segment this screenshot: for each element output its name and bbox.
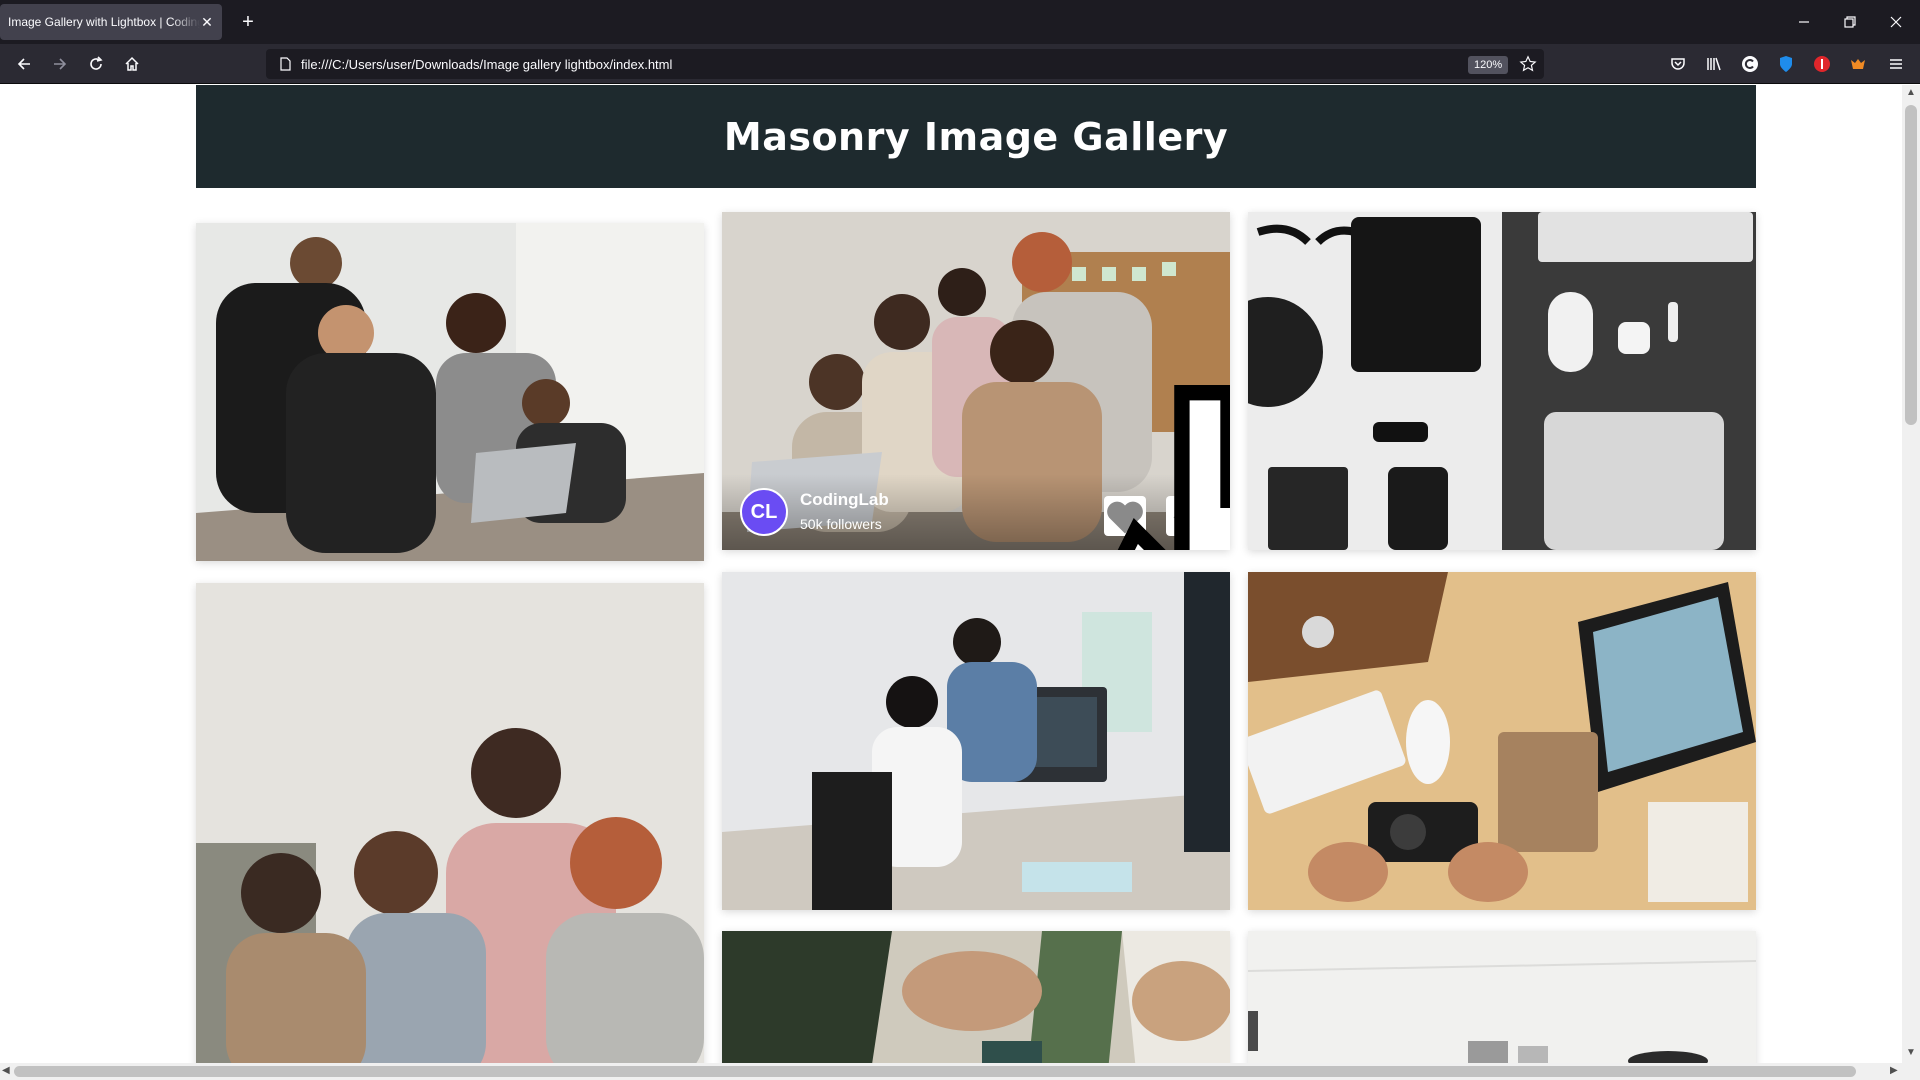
navigation-toolbar: file:///C:/Users/user/Downloads/Image ga… <box>0 44 1920 84</box>
vertical-scroll-thumb[interactable] <box>1905 105 1917 425</box>
author-name: CodingLab <box>800 490 889 509</box>
vertical-scrollbar[interactable]: ▲ ▼ <box>1902 85 1920 1063</box>
back-icon[interactable] <box>14 54 34 74</box>
forward-icon[interactable] <box>50 54 70 74</box>
gallery-image-card[interactable] <box>1248 212 1756 550</box>
close-window-icon[interactable] <box>1886 12 1906 32</box>
restore-icon[interactable] <box>1840 12 1860 32</box>
home-icon[interactable] <box>122 54 142 74</box>
featured-gallery-card[interactable]: CL CodingLab 50k followers <box>722 212 1230 550</box>
address-bar[interactable]: file:///C:/Users/user/Downloads/Image ga… <box>266 49 1544 79</box>
page-header: Masonry Image Gallery <box>196 85 1756 188</box>
page-title: Masonry Image Gallery <box>723 114 1229 159</box>
red-extension-icon[interactable] <box>1812 54 1832 74</box>
horizontal-scrollbar[interactable]: ◀ ▶ <box>0 1063 1920 1080</box>
zoom-level-badge[interactable]: 120% <box>1468 56 1509 74</box>
browser-tab-bar: Image Gallery with Lightbox | CodingLab … <box>0 0 1920 44</box>
office-interior-image <box>1248 931 1756 1063</box>
library-icon[interactable] <box>1704 54 1724 74</box>
scroll-up-arrow-icon[interactable]: ▲ <box>1906 87 1916 98</box>
page-viewport: Masonry Image Gallery CL CodingLab 50k f… <box>0 85 1902 1063</box>
fox-extension-icon[interactable] <box>1848 54 1868 74</box>
tab-close-icon[interactable]: ✕ <box>200 14 214 31</box>
gallery-image-card[interactable] <box>722 931 1230 1063</box>
gallery-image-card[interactable] <box>722 572 1230 910</box>
url-text[interactable]: file:///C:/Users/user/Downloads/Image ga… <box>301 57 672 72</box>
account-c-icon[interactable] <box>1740 54 1760 74</box>
gallery-image-card[interactable] <box>196 223 704 561</box>
menu-icon[interactable] <box>1886 54 1906 74</box>
flat-lay-devices-image <box>1248 212 1756 550</box>
author-followers: 50k followers <box>800 516 882 532</box>
tab-title: Image Gallery with Lightbox | CodingLab <box>8 15 200 29</box>
group-meeting-image <box>196 583 704 1063</box>
developers-at-monitor-image <box>722 572 1230 910</box>
reload-icon[interactable] <box>86 54 106 74</box>
desk-with-camera-image <box>1248 572 1756 910</box>
gallery-image-card[interactable] <box>196 583 704 1063</box>
gallery-image-card[interactable] <box>1248 931 1756 1063</box>
team-around-laptop-image <box>196 223 704 561</box>
page-icon <box>280 57 291 71</box>
hand-cursor-icon <box>1117 385 1230 550</box>
hands-at-desk-image <box>722 931 1230 1063</box>
scroll-down-arrow-icon[interactable]: ▼ <box>1906 1047 1916 1058</box>
new-tab-button[interactable]: + <box>236 10 260 34</box>
horizontal-scroll-thumb[interactable] <box>14 1066 1856 1077</box>
pocket-icon[interactable] <box>1668 54 1688 74</box>
gallery-image-card[interactable] <box>1248 572 1756 910</box>
author-avatar: CL <box>740 488 788 536</box>
bookmark-star-icon[interactable] <box>1519 55 1537 73</box>
scroll-left-arrow-icon[interactable]: ◀ <box>2 1065 10 1076</box>
browser-tab[interactable]: Image Gallery with Lightbox | CodingLab … <box>0 4 222 40</box>
scroll-right-arrow-icon[interactable]: ▶ <box>1890 1065 1898 1076</box>
minimize-icon[interactable] <box>1794 12 1814 32</box>
shield-extension-icon[interactable] <box>1776 54 1796 74</box>
